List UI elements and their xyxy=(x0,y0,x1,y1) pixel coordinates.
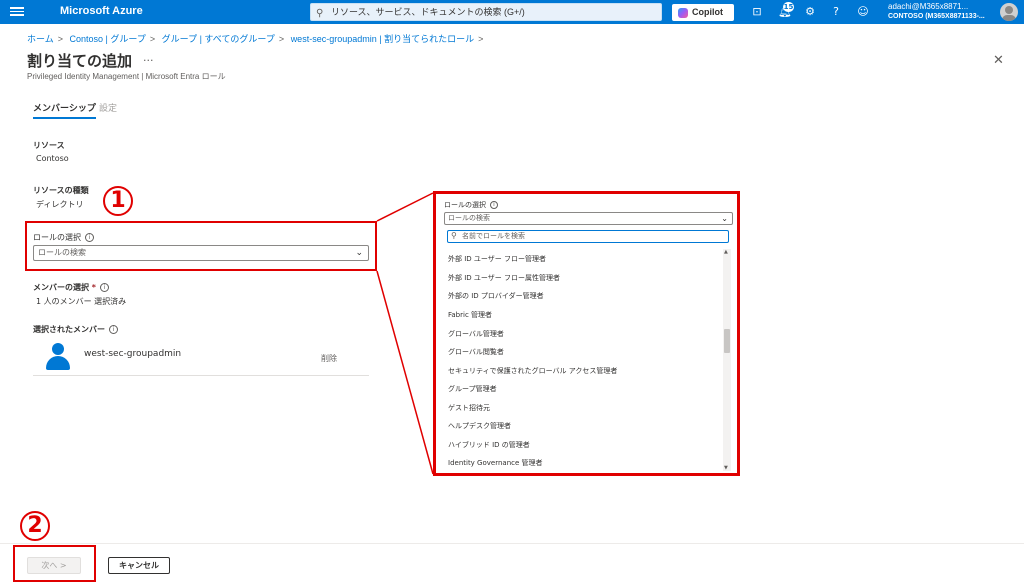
role-search-input[interactable]: ⚲ 名前でロールを検索 xyxy=(447,230,729,243)
role-search-placeholder: 名前でロールを検索 xyxy=(462,232,525,240)
list-item[interactable]: Fabric 管理者 xyxy=(448,310,492,320)
zoom-role-select-dropdown[interactable]: ロールの検索 ⌄ xyxy=(444,212,733,225)
zoom-role-placeholder: ロールの検索 xyxy=(448,214,490,222)
scrollbar-thumb[interactable] xyxy=(724,329,730,353)
list-item[interactable]: 外部 ID ユーザー フロー属性管理者 xyxy=(448,273,560,283)
role-dropdown-zoom: ロールの選択 i ロールの検索 ⌄ ⚲ 名前でロールを検索 外部 ID ユーザー … xyxy=(433,191,740,476)
list-item[interactable]: ゲスト招待元 xyxy=(448,403,490,413)
list-item[interactable]: ヘルプデスク管理者 xyxy=(448,421,511,431)
role-list: 外部 ID ユーザー フロー管理者 外部 ID ユーザー フロー属性管理者 外部… xyxy=(444,249,725,471)
list-item[interactable]: ハイブリッド ID の管理者 xyxy=(448,440,530,450)
role-list-scrollbar[interactable]: ▲ ▼ xyxy=(723,249,731,471)
list-item[interactable]: セキュリティで保護されたグローバル アクセス管理者 xyxy=(448,366,617,376)
list-item[interactable]: 外部の ID プロバイダー管理者 xyxy=(448,291,544,301)
search-icon: ⚲ xyxy=(451,231,457,240)
list-item[interactable]: グループ管理者 xyxy=(448,384,497,394)
scroll-down-icon[interactable]: ▼ xyxy=(724,465,728,471)
list-item[interactable]: グローバル閲覧者 xyxy=(448,347,504,357)
cancel-button[interactable]: キャンセル xyxy=(108,557,170,574)
scroll-up-icon[interactable]: ▲ xyxy=(724,249,728,255)
list-item[interactable]: グローバル管理者 xyxy=(448,329,504,339)
chevron-up-icon: ⌄ xyxy=(721,214,728,223)
next-button[interactable]: 次へ > xyxy=(27,557,81,574)
list-item[interactable]: Identity Governance 管理者 xyxy=(448,458,543,468)
list-item[interactable]: 外部 ID ユーザー フロー管理者 xyxy=(448,254,546,264)
info-icon[interactable]: i xyxy=(490,201,498,209)
footer-divider xyxy=(0,543,1024,544)
zoom-role-select-label: ロールの選択 i xyxy=(444,200,498,210)
